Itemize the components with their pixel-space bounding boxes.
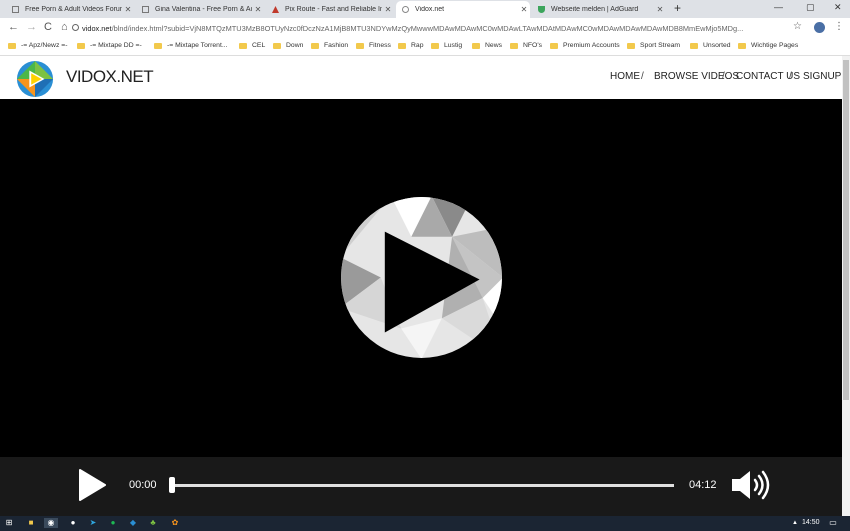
close-tab-icon[interactable]: ✕ bbox=[252, 5, 264, 14]
duration: 04:12 bbox=[689, 479, 717, 491]
tab-forum[interactable]: Free Porn & Adult Videos Forum ✕ bbox=[6, 1, 134, 18]
minimize-button[interactable]: — bbox=[774, 2, 783, 12]
profile-avatar[interactable] bbox=[814, 22, 825, 33]
folder-icon bbox=[627, 42, 635, 49]
bookmark-item[interactable]: CEL bbox=[239, 42, 265, 49]
address-bar-row: ← → C ⌂ vidox.net/blnd/index.html?subid=… bbox=[0, 18, 850, 38]
app-icon[interactable]: ✿ bbox=[170, 518, 180, 528]
home-button[interactable]: ⌂ bbox=[61, 21, 68, 33]
globe-icon bbox=[402, 6, 409, 13]
nav-browse-videos[interactable]: BROWSE VIDEOS bbox=[654, 71, 739, 82]
player-controls: 00:00 04:12 bbox=[0, 457, 842, 516]
windows-start-icon[interactable]: ⊞ bbox=[4, 518, 14, 528]
bookmark-item[interactable]: Fashion bbox=[311, 42, 348, 49]
bookmark-item[interactable]: -= Mixtape DD =- bbox=[77, 42, 142, 49]
folder-icon bbox=[550, 42, 558, 49]
close-tab-icon[interactable]: ✕ bbox=[382, 5, 394, 14]
tab-pixroute[interactable]: Pix Route - Fast and Reliable Ima ✕ bbox=[266, 1, 394, 18]
spotify-icon[interactable]: ● bbox=[108, 518, 118, 528]
bookmark-star-icon[interactable]: ☆ bbox=[793, 21, 802, 32]
folder-icon bbox=[431, 42, 439, 49]
bookmark-item[interactable]: Rap bbox=[398, 42, 423, 49]
progress-bar[interactable] bbox=[172, 484, 674, 487]
bookmark-item[interactable]: Lustig bbox=[431, 42, 462, 49]
bookmark-item[interactable]: -= Mixtape Torrent... bbox=[154, 42, 228, 49]
url-field[interactable]: vidox.net/blnd/index.html?subid=VjN8MTQz… bbox=[82, 22, 782, 34]
bookmark-item[interactable]: NFO's bbox=[510, 42, 542, 49]
reload-button[interactable]: C bbox=[44, 21, 52, 33]
app-icon[interactable]: ◆ bbox=[128, 518, 138, 528]
nav-home[interactable]: HOME bbox=[610, 71, 640, 82]
bookmark-item[interactable]: Sport Stream bbox=[627, 42, 680, 49]
folder-icon bbox=[8, 42, 16, 49]
big-play-icon[interactable] bbox=[340, 196, 503, 359]
tab-adguard[interactable]: Webseite melden | AdGuard ✕ bbox=[532, 1, 666, 18]
folder-icon bbox=[154, 42, 162, 49]
notifications-icon[interactable]: ▭ bbox=[828, 518, 838, 528]
file-explorer-icon[interactable]: ■ bbox=[26, 518, 36, 528]
tray-arrow-icon[interactable]: ▲ bbox=[790, 518, 800, 528]
chrome-icon[interactable]: ◉ bbox=[44, 518, 58, 528]
brand-name[interactable]: VIDOX.NET bbox=[66, 67, 154, 87]
bookmark-item[interactable]: -= Apz/Newz =- bbox=[8, 42, 67, 49]
info-icon[interactable] bbox=[72, 24, 79, 31]
page-scrollbar[interactable] bbox=[842, 56, 850, 516]
nav-separator: / bbox=[789, 71, 792, 82]
nav-signup[interactable]: SIGNUP bbox=[803, 71, 841, 82]
current-time: 00:00 bbox=[129, 479, 157, 491]
close-tab-icon[interactable]: ✕ bbox=[122, 5, 134, 14]
site-header: VIDOX.NET HOME / BROWSE VIDEOS / CONTACT… bbox=[0, 56, 850, 99]
browser-chrome: Free Porn & Adult Videos Forum ✕ Gina Va… bbox=[0, 0, 850, 56]
bookmark-item[interactable]: News bbox=[472, 42, 502, 49]
folder-icon bbox=[356, 42, 364, 49]
bookmark-item[interactable]: Down bbox=[273, 42, 303, 49]
tab-gina[interactable]: Gina Valentina - Free Porn & Adu ✕ bbox=[136, 1, 264, 18]
tab-vidox[interactable]: Vidox.net ✕ bbox=[396, 1, 530, 18]
close-window-button[interactable]: ✕ bbox=[834, 2, 842, 13]
nav-separator: / bbox=[722, 71, 725, 82]
pixroute-icon bbox=[272, 6, 279, 13]
page-icon bbox=[12, 6, 19, 13]
maximize-button[interactable]: ▢ bbox=[806, 2, 815, 13]
new-tab-button[interactable]: + bbox=[674, 1, 681, 15]
folder-icon bbox=[273, 42, 281, 49]
volume-icon[interactable] bbox=[731, 469, 771, 501]
telegram-icon[interactable]: ➤ bbox=[88, 518, 98, 528]
bookmark-item[interactable]: Fitness bbox=[356, 42, 391, 49]
app-icon[interactable]: ● bbox=[68, 518, 78, 528]
progress-handle[interactable] bbox=[169, 477, 175, 493]
play-icon[interactable] bbox=[78, 469, 106, 501]
folder-icon bbox=[239, 42, 247, 49]
shield-icon bbox=[538, 6, 545, 13]
close-tab-icon[interactable]: ✕ bbox=[518, 5, 530, 14]
folder-icon bbox=[738, 42, 746, 49]
bookmark-item[interactable]: Wichtige Pages bbox=[738, 42, 798, 49]
forward-button[interactable]: → bbox=[26, 21, 37, 33]
back-button[interactable]: ← bbox=[8, 21, 19, 33]
bookmarks-bar: -= Apz/Newz =- -= Mixtape DD =- -= Mixta… bbox=[0, 38, 850, 56]
folder-icon bbox=[690, 42, 698, 49]
close-tab-icon[interactable]: ✕ bbox=[654, 5, 666, 14]
taskbar-clock[interactable]: 14:50 bbox=[802, 519, 820, 526]
vidox-logo-icon[interactable] bbox=[16, 60, 54, 98]
bookmark-item[interactable]: Unsorted bbox=[690, 42, 731, 49]
folder-icon bbox=[510, 42, 518, 49]
app-icon[interactable]: ♣ bbox=[148, 518, 158, 528]
taskbar: ⊞ ■ ◉ ● ➤ ● ◆ ♣ ✿ ▲ 14:50 ▭ bbox=[0, 516, 850, 531]
nav-separator: / bbox=[641, 71, 644, 82]
folder-icon bbox=[398, 42, 406, 49]
bookmark-item[interactable]: Premium Accounts bbox=[550, 42, 620, 49]
folder-icon bbox=[311, 42, 319, 49]
page-icon bbox=[142, 6, 149, 13]
menu-icon[interactable]: ⋮ bbox=[834, 21, 844, 32]
scrollbar-thumb[interactable] bbox=[843, 60, 849, 400]
folder-icon bbox=[77, 42, 85, 49]
folder-icon bbox=[472, 42, 480, 49]
tab-bar: Free Porn & Adult Videos Forum ✕ Gina Va… bbox=[0, 0, 850, 18]
